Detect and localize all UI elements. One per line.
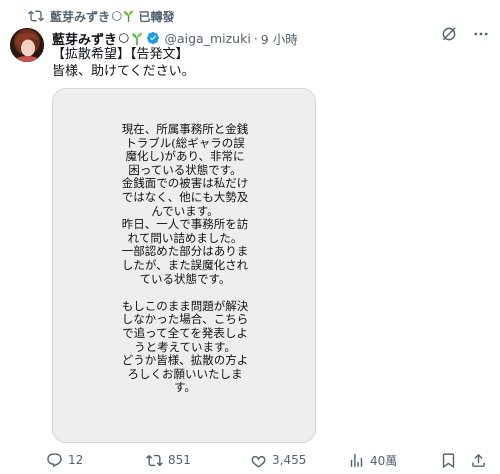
repost-count: 851 bbox=[168, 453, 191, 467]
tweet-line-2: 皆様、助けてください。 bbox=[52, 64, 195, 79]
views-icon bbox=[350, 453, 363, 467]
tweet-header: 藍芽みずき 🌕 @aiga_mizuki · 9 小時 bbox=[52, 28, 500, 48]
image-statement-text: 現在、所属事務所と金銭 トラブル(総ギャラの誤 魔化し)があり、非常に 困ってい… bbox=[121, 122, 249, 395]
bookmark-icon bbox=[442, 452, 455, 468]
retweet-icon bbox=[28, 10, 44, 22]
like-icon bbox=[251, 455, 266, 468]
tweet-line-1: 【拡散希望】【告発文】 bbox=[52, 47, 189, 62]
repost-label: 已轉發 bbox=[138, 9, 175, 24]
author-handle[interactable]: @aiga_mizuki bbox=[164, 31, 250, 46]
reply-button[interactable]: 12 bbox=[46, 450, 83, 470]
repost-indicator[interactable]: 藍芽みずき 🌕 已轉發 bbox=[28, 7, 175, 25]
attached-image[interactable]: 現在、所属事務所と金銭 トラブル(総ギャラの誤 魔化し)があり、非常に 困ってい… bbox=[52, 88, 316, 443]
action-bar: 12 851 3,455 40萬 bbox=[46, 450, 492, 470]
grok-icon[interactable] bbox=[440, 25, 458, 43]
bookmark-button[interactable] bbox=[440, 450, 457, 470]
top-actions bbox=[440, 25, 490, 43]
separator-dot: · bbox=[253, 30, 258, 46]
sprout-icon bbox=[132, 32, 143, 45]
more-icon[interactable] bbox=[472, 25, 490, 43]
repost-button[interactable]: 851 bbox=[146, 450, 191, 470]
views-count: 40萬 bbox=[370, 453, 398, 468]
share-button[interactable] bbox=[470, 450, 487, 470]
like-count: 3,455 bbox=[272, 453, 307, 467]
repost-user: 藍芽みずき bbox=[50, 9, 111, 24]
moon-emoji: 🌕 bbox=[111, 9, 123, 23]
share-icon bbox=[472, 453, 485, 467]
verified-badge-icon[interactable] bbox=[146, 31, 160, 45]
reply-count: 12 bbox=[68, 453, 84, 467]
like-button[interactable]: 3,455 bbox=[250, 450, 306, 470]
reply-icon bbox=[47, 452, 62, 467]
tweet-text: 【拡散希望】【告発文】 皆様、助けてください。 bbox=[52, 46, 195, 80]
moon-emoji: 🌕 bbox=[118, 31, 130, 45]
author-name[interactable]: 藍芽みずき bbox=[52, 29, 117, 48]
avatar[interactable] bbox=[10, 28, 44, 62]
repost-icon bbox=[146, 454, 163, 466]
views-button[interactable]: 40萬 bbox=[348, 450, 397, 470]
avatar-image bbox=[10, 28, 44, 62]
sprout-icon bbox=[124, 10, 134, 22]
post-time[interactable]: 9 小時 bbox=[261, 29, 298, 48]
